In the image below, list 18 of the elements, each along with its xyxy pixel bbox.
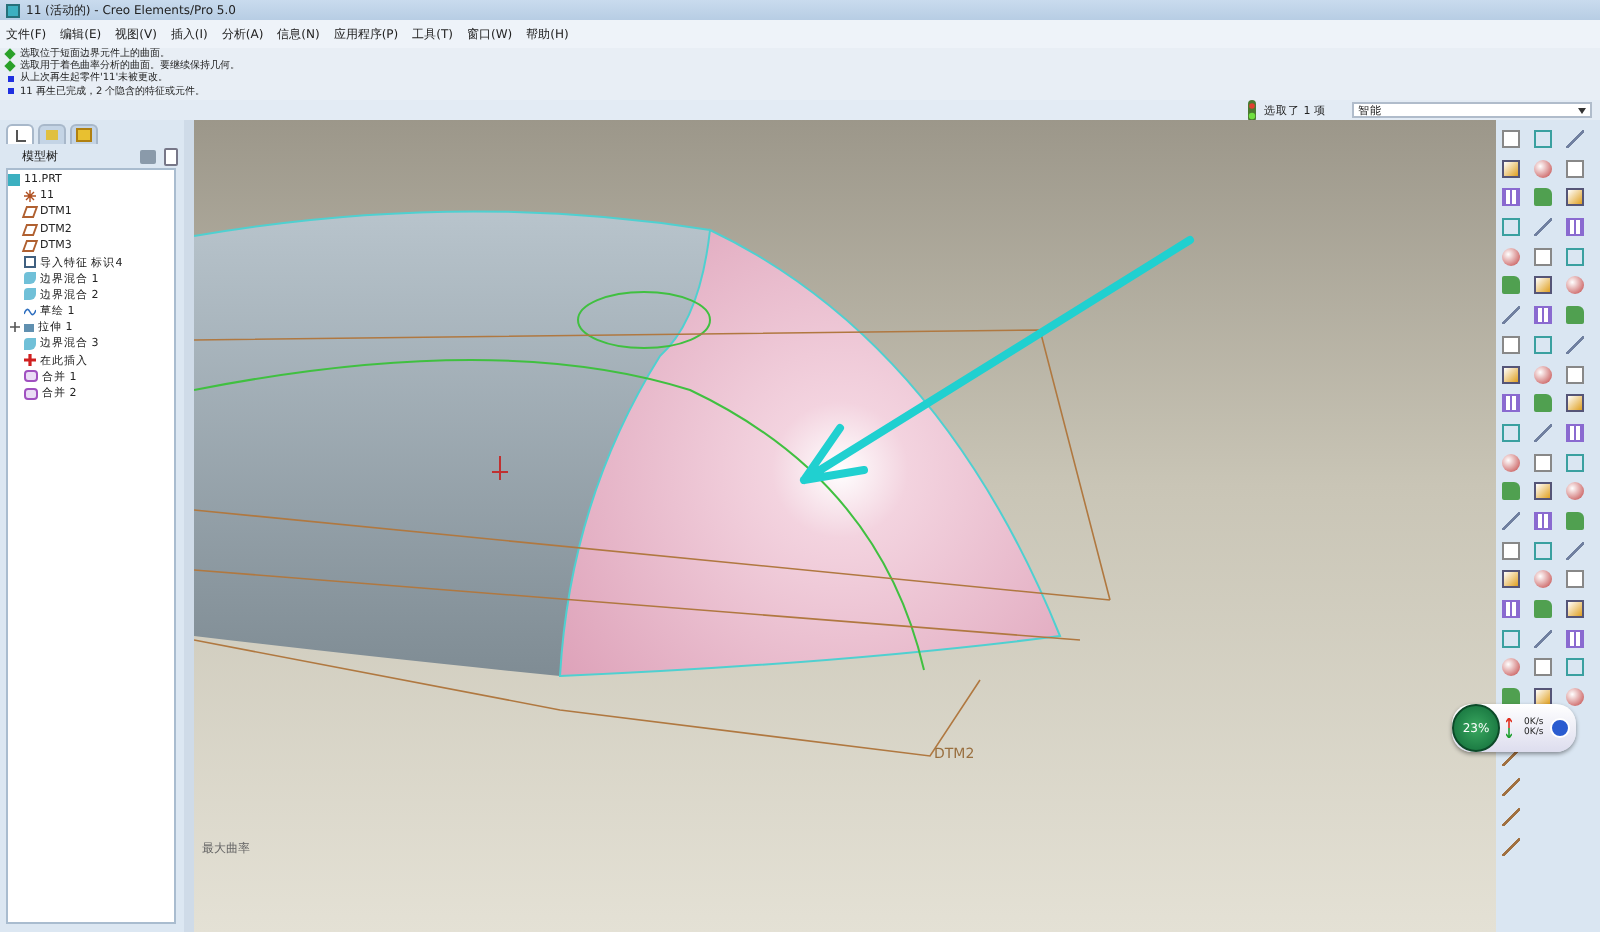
import-icon xyxy=(24,256,36,269)
traffic-light-icon xyxy=(1246,99,1258,121)
sketch-icon xyxy=(24,305,36,318)
speed-ball-icon[interactable] xyxy=(1549,718,1570,738)
upload-arrow-icon xyxy=(1506,718,1512,728)
tree-icon xyxy=(15,129,25,141)
expand-icon[interactable] xyxy=(10,322,20,333)
folder-icon xyxy=(76,128,92,142)
caret-icon xyxy=(1578,107,1586,113)
extrude-icon xyxy=(24,323,34,332)
coordinate-system-icon xyxy=(24,190,36,203)
panel-tab[interactable] xyxy=(6,124,34,144)
insert-marker-icon xyxy=(24,354,36,367)
part-icon xyxy=(8,174,20,187)
layers-icon xyxy=(46,130,58,140)
download-arrow-icon xyxy=(1506,728,1512,738)
surface-icon xyxy=(24,337,36,350)
app-icon xyxy=(6,3,20,17)
